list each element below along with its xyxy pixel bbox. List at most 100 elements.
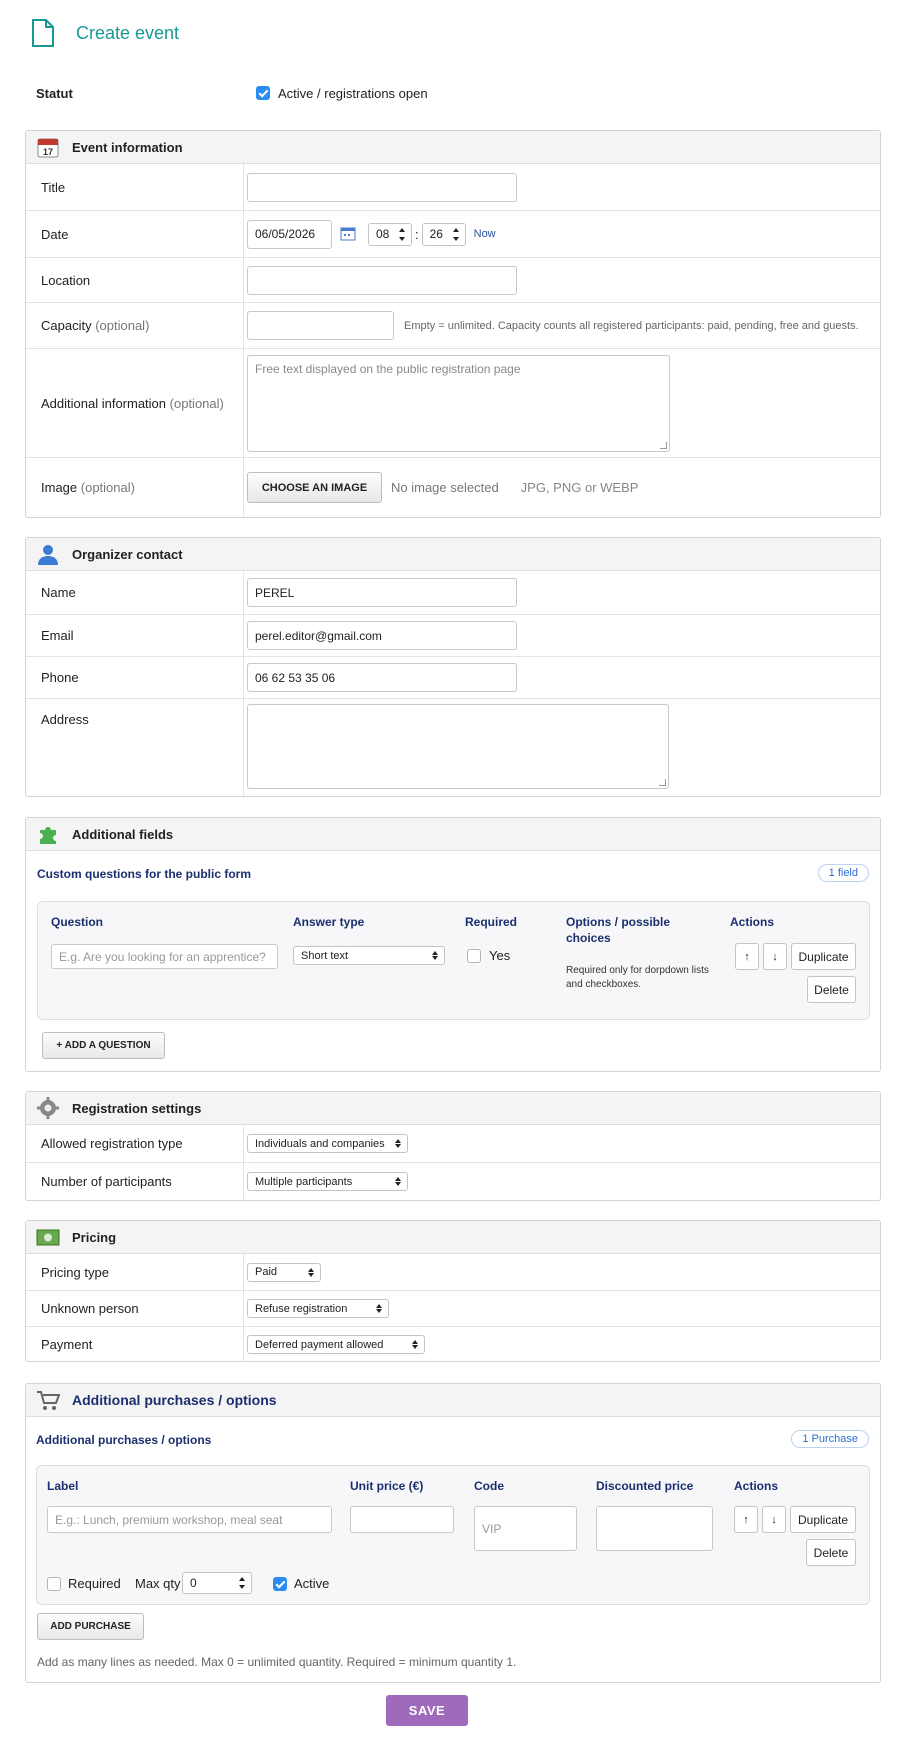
save-button[interactable]: SAVE: [386, 1695, 468, 1726]
question-table: Question Answer type Required Options / …: [37, 901, 870, 1020]
additional-fields-panel: Additional fields Custom questions for t…: [25, 817, 881, 1072]
organizer-contact-panel: Organizer contact Name PEREL Email perel…: [25, 537, 881, 797]
address-row: Address: [26, 699, 880, 796]
max-qty-label: Max qty: [135, 1576, 181, 1591]
purchase-active-label: Active: [294, 1576, 330, 1591]
purchases-subtitle: Additional purchases / options: [36, 1433, 212, 1447]
hour-stepper[interactable]: 08: [368, 222, 412, 246]
email-row: Email perel.editor@gmail.com: [26, 615, 880, 657]
phone-input[interactable]: 06 62 53 35 06: [247, 663, 517, 692]
panel-title: Event information: [72, 139, 183, 155]
code-placeholder: VIP: [482, 1521, 502, 1536]
choose-image-button[interactable]: CHOOSE AN IMAGE: [247, 472, 382, 503]
panel-header: 17 Event information: [26, 131, 880, 164]
purchase-move-down-button[interactable]: ↓: [762, 1506, 786, 1533]
col-answer-type: Answer type: [293, 915, 365, 929]
date-label: Date: [26, 211, 244, 257]
purchase-active-checkbox[interactable]: [273, 1577, 287, 1591]
additional-info-row: Additional information (optional) Free t…: [26, 349, 880, 458]
minute-stepper[interactable]: 26: [421, 222, 466, 246]
calendar-picker-icon[interactable]: [340, 227, 356, 241]
purchase-required-checkbox[interactable]: [47, 1577, 61, 1591]
required-checkbox[interactable]: [467, 949, 481, 963]
answer-type-select[interactable]: Short text: [293, 946, 445, 965]
participants-select[interactable]: Multiple participants: [247, 1172, 408, 1191]
participants-row: Number of participants Multiple particip…: [26, 1163, 880, 1200]
purchase-move-up-button[interactable]: ↑: [734, 1506, 758, 1533]
delete-button[interactable]: Delete: [807, 976, 856, 1003]
additional-info-textarea[interactable]: Free text displayed on the public regist…: [247, 354, 670, 452]
image-label-wrap: Image (optional): [26, 458, 244, 517]
col-discounted: Discounted price: [596, 1479, 694, 1493]
required-yes-label: Yes: [489, 948, 511, 963]
address-label: Address: [26, 699, 244, 796]
additional-purchases-panel: Additional purchases / options Additiona…: [25, 1383, 881, 1683]
purchase-duplicate-button[interactable]: Duplicate: [790, 1506, 856, 1533]
image-status: No image selected: [391, 480, 499, 495]
col-actions: Actions: [734, 1479, 779, 1493]
registration-type-label: Allowed registration type: [26, 1125, 244, 1162]
active-checkbox[interactable]: [256, 86, 270, 100]
image-formats: JPG, PNG or WEBP: [520, 480, 639, 495]
panel-title: Additional fields: [72, 826, 174, 842]
page-title: Create event: [76, 22, 180, 43]
purchases-help: Add as many lines as needed. Max 0 = unl…: [37, 1655, 517, 1669]
panel-header: Pricing: [26, 1221, 880, 1254]
active-checkbox-label: Active / registrations open: [278, 85, 428, 101]
title-input[interactable]: [247, 172, 517, 202]
payment-select[interactable]: Deferred payment allowed: [247, 1335, 425, 1354]
svg-text:17: 17: [43, 147, 53, 157]
panel-header: Additional purchases / options: [26, 1384, 880, 1417]
pricing-type-row: Pricing type Paid: [26, 1254, 880, 1291]
question-input[interactable]: E.g. Are you looking for an apprentice?: [51, 944, 278, 969]
pricing-type-select[interactable]: Paid: [247, 1262, 321, 1282]
col-options: Options / possible choices: [566, 915, 671, 945]
question-placeholder: E.g. Are you looking for an apprentice?: [59, 949, 266, 964]
date-row: Date 06/05/2026 08 : 26 Now: [26, 211, 880, 258]
image-row: Image (optional) CHOOSE AN IMAGE No imag…: [26, 458, 880, 517]
registration-type-row: Allowed registration type Individuals an…: [26, 1125, 880, 1163]
purchase-delete-button[interactable]: Delete: [806, 1539, 856, 1566]
address-textarea[interactable]: [247, 704, 669, 789]
panel-title: Organizer contact: [72, 546, 183, 562]
payment-label: Payment: [26, 1327, 244, 1362]
duplicate-button[interactable]: Duplicate: [791, 943, 856, 970]
image-optional: (optional): [80, 480, 135, 495]
purchase-label-input[interactable]: E.g.: Lunch, premium workshop, meal seat: [47, 1506, 332, 1533]
additional-label: Additional information: [41, 395, 167, 411]
col-required: Required: [465, 915, 518, 929]
panel-header: Additional fields: [26, 818, 880, 851]
move-up-button[interactable]: ↑: [735, 943, 759, 970]
unit-price-input[interactable]: [350, 1506, 454, 1533]
title-row: Title: [26, 164, 880, 211]
move-down-button[interactable]: ↓: [763, 943, 787, 970]
now-link[interactable]: Now: [474, 228, 496, 240]
add-question-button[interactable]: + ADD A QUESTION: [42, 1032, 165, 1059]
name-input[interactable]: PEREL: [247, 578, 517, 607]
panel-title: Additional purchases / options: [72, 1392, 277, 1408]
location-input[interactable]: [247, 265, 517, 295]
person-icon: [38, 545, 58, 565]
unknown-person-select[interactable]: Refuse registration: [247, 1299, 389, 1318]
phone-label: Phone: [26, 657, 244, 698]
registration-settings-panel: Registration settings Allowed registrati…: [25, 1091, 881, 1201]
name-label: Name: [26, 571, 244, 614]
registration-type-select[interactable]: Individuals and companies: [247, 1134, 408, 1153]
page-header: Create event: [30, 18, 179, 48]
additional-optional: (optional): [169, 395, 224, 411]
capacity-label-wrap: Capacity (optional): [26, 303, 244, 348]
pricing-type-label: Pricing type: [26, 1254, 244, 1290]
capacity-input[interactable]: [247, 311, 394, 340]
add-purchase-button[interactable]: ADD PURCHASE: [37, 1613, 144, 1640]
gear-icon: [37, 1097, 59, 1119]
date-input[interactable]: 06/05/2026: [247, 219, 332, 249]
phone-row: Phone 06 62 53 35 06: [26, 657, 880, 699]
payment-row: Payment Deferred payment allowed: [26, 1327, 880, 1362]
code-input[interactable]: VIP: [474, 1506, 577, 1551]
custom-questions-subtitle: Custom questions for the public form: [37, 867, 252, 881]
max-qty-stepper[interactable]: 0: [182, 1572, 252, 1594]
discounted-price-input[interactable]: [596, 1506, 713, 1551]
additional-placeholder: Free text displayed on the public regist…: [255, 361, 521, 376]
email-input[interactable]: perel.editor@gmail.com: [247, 621, 517, 650]
purchase-required-label: Required: [68, 1576, 121, 1591]
